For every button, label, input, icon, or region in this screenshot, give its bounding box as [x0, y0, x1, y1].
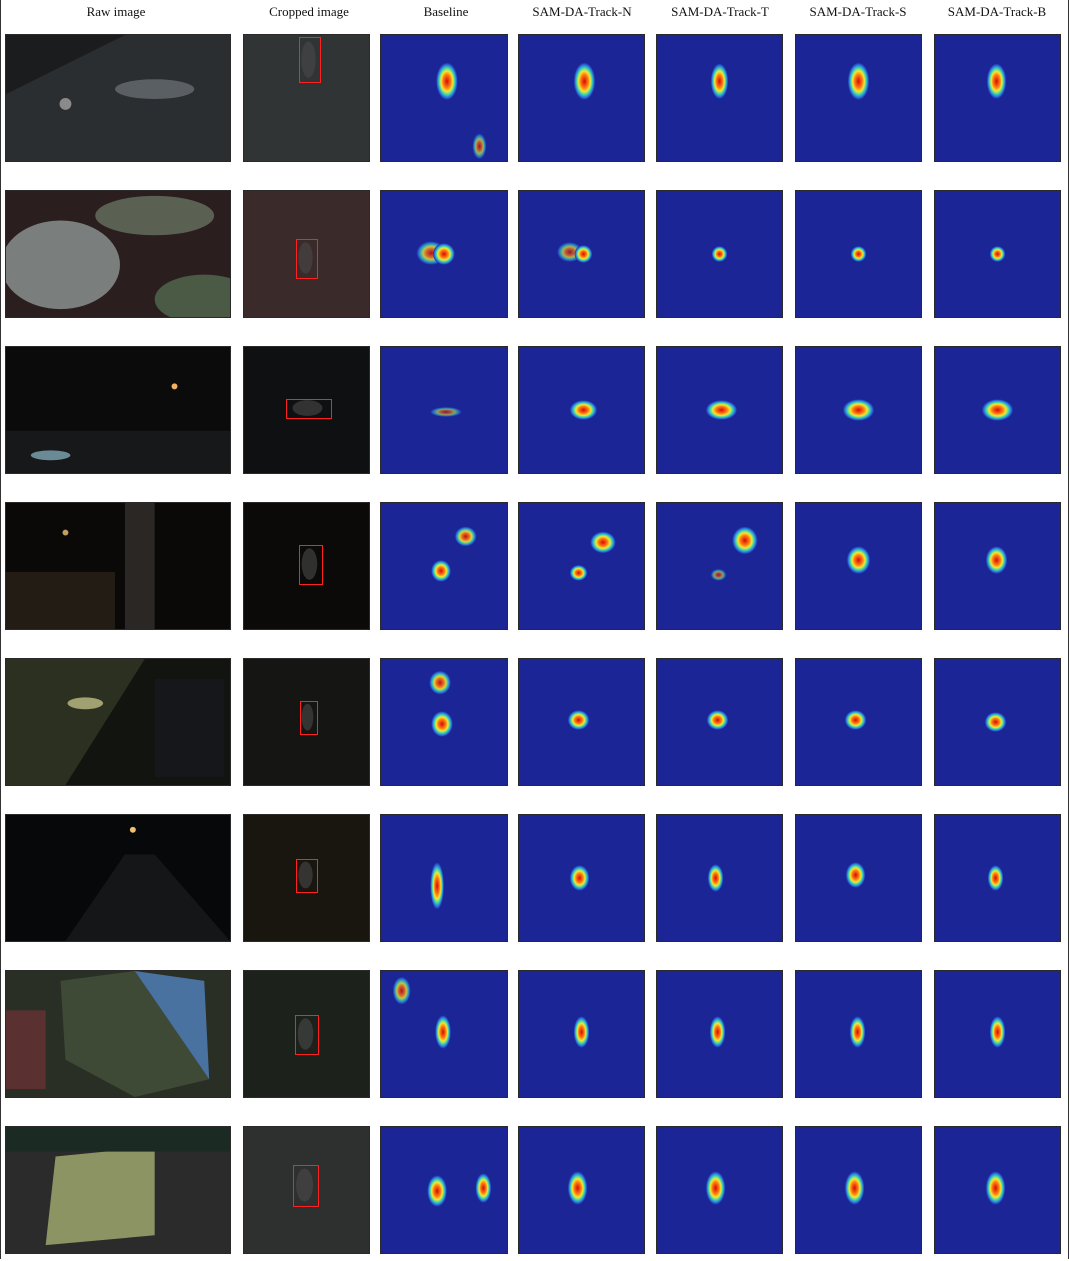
- tile-row5-n: [518, 658, 645, 786]
- tile-row1-baseline: [380, 34, 508, 162]
- tile-row7-s: [795, 970, 922, 1098]
- tile-row6-b: [934, 814, 1061, 942]
- tile-row4-crop: [243, 502, 370, 630]
- tile-row1-t: [656, 34, 783, 162]
- tile-row8-raw: [5, 1126, 231, 1254]
- tile-row8-b: [934, 1126, 1061, 1254]
- tile-row8-s: [795, 1126, 922, 1254]
- tile-row2-baseline: [380, 190, 508, 318]
- target-bounding-box: [299, 545, 323, 585]
- tile-row7-b: [934, 970, 1061, 1098]
- tile-row8-crop: [243, 1126, 370, 1254]
- tile-row4-n: [518, 502, 645, 630]
- tile-row2-s: [795, 190, 922, 318]
- tile-row3-n: [518, 346, 645, 474]
- tile-row4-t: [656, 502, 783, 630]
- target-bounding-box: [293, 1165, 319, 1207]
- tile-row1-crop: [243, 34, 370, 162]
- tile-row6-n: [518, 814, 645, 942]
- tile-row4-raw: [5, 502, 231, 630]
- tile-row5-raw: [5, 658, 231, 786]
- tile-row7-crop: [243, 970, 370, 1098]
- tile-row3-baseline: [380, 346, 508, 474]
- tile-row3-t: [656, 346, 783, 474]
- tile-row3-s: [795, 346, 922, 474]
- tile-row6-t: [656, 814, 783, 942]
- tile-row6-s: [795, 814, 922, 942]
- tile-row1-raw: [5, 34, 231, 162]
- target-bounding-box: [295, 1015, 319, 1055]
- tile-row1-n: [518, 34, 645, 162]
- tile-row5-t: [656, 658, 783, 786]
- image-grid: [0, 0, 1069, 1261]
- tile-row8-t: [656, 1126, 783, 1254]
- target-bounding-box: [300, 701, 318, 735]
- tile-row6-raw: [5, 814, 231, 942]
- tile-row5-crop: [243, 658, 370, 786]
- tile-row3-crop: [243, 346, 370, 474]
- tile-row5-s: [795, 658, 922, 786]
- tile-row7-baseline: [380, 970, 508, 1098]
- target-bounding-box: [296, 239, 318, 279]
- tile-row5-baseline: [380, 658, 508, 786]
- tile-row3-b: [934, 346, 1061, 474]
- target-bounding-box: [286, 399, 332, 419]
- tile-row8-n: [518, 1126, 645, 1254]
- target-bounding-box: [296, 859, 318, 893]
- tile-row1-s: [795, 34, 922, 162]
- tile-row1-b: [934, 34, 1061, 162]
- tile-row6-crop: [243, 814, 370, 942]
- tile-row4-baseline: [380, 502, 508, 630]
- tile-row7-raw: [5, 970, 231, 1098]
- tile-row2-n: [518, 190, 645, 318]
- tile-row4-s: [795, 502, 922, 630]
- tile-row4-b: [934, 502, 1061, 630]
- tile-row2-crop: [243, 190, 370, 318]
- tile-row3-raw: [5, 346, 231, 474]
- tile-row8-baseline: [380, 1126, 508, 1254]
- tile-row2-t: [656, 190, 783, 318]
- tile-row7-t: [656, 970, 783, 1098]
- tile-row6-baseline: [380, 814, 508, 942]
- tile-row7-n: [518, 970, 645, 1098]
- tile-row2-b: [934, 190, 1061, 318]
- target-bounding-box: [299, 37, 321, 83]
- tile-row5-b: [934, 658, 1061, 786]
- tile-row2-raw: [5, 190, 231, 318]
